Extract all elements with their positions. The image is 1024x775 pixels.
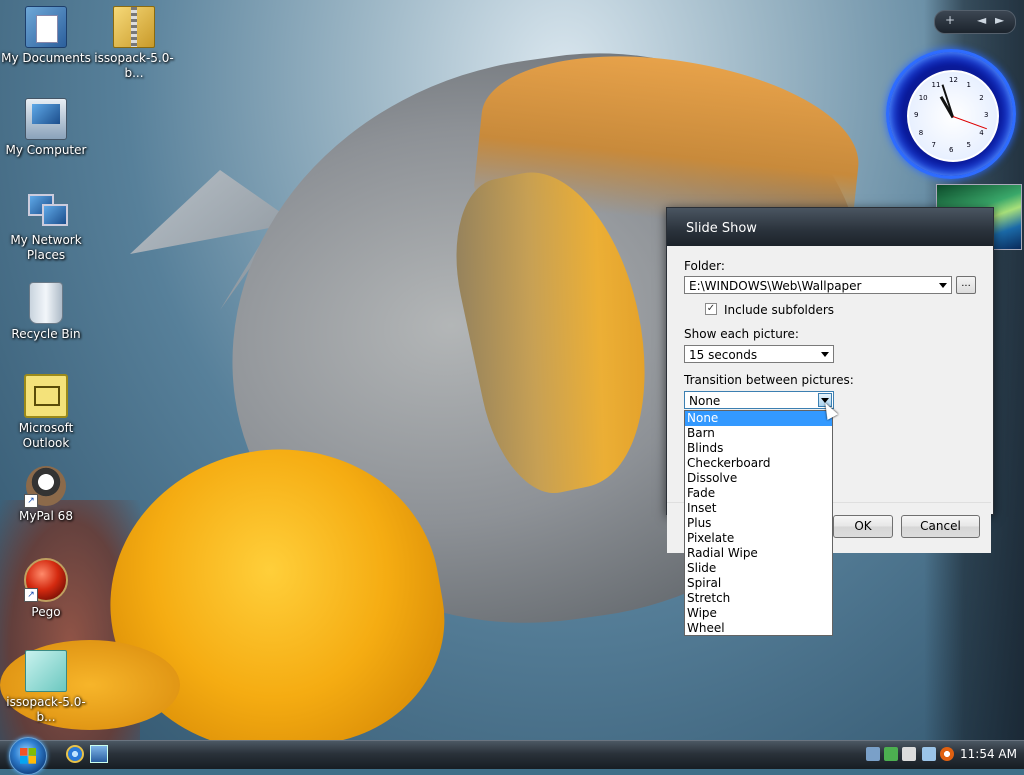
clock-number: 4 — [979, 128, 984, 137]
transition-option[interactable]: Stretch — [685, 591, 832, 606]
desktop-icon-label: My Network Places — [10, 233, 82, 262]
clock-number: 10 — [918, 93, 928, 102]
transition-label: Transition between pictures: — [684, 373, 854, 387]
clock-gadget[interactable]: 12 1 2 3 4 5 6 7 8 9 10 11 — [886, 49, 1016, 179]
start-button[interactable] — [9, 737, 47, 775]
transition-option[interactable]: Plus — [685, 516, 832, 531]
transition-option[interactable]: Checkerboard — [685, 456, 832, 471]
desktop-icon-label: Pego — [31, 605, 61, 619]
transition-dropdown-list: None Barn Blinds Checkerboard Dissolve Fade In… — [684, 410, 833, 636]
transition-option[interactable]: Pixelate — [685, 531, 832, 546]
clock-number: 2 — [979, 93, 984, 102]
internet-explorer-icon[interactable] — [66, 745, 84, 763]
desktop-icon-issopack-file[interactable]: issopack-5.0-b... — [0, 650, 92, 725]
clock-number: 1 — [966, 80, 971, 89]
transition-option[interactable]: Dissolve — [685, 471, 832, 486]
taskbar: 11:54 AM — [0, 737, 1024, 775]
clock-number: 6 — [949, 146, 954, 154]
desktop-icon-microsoft-outlook[interactable]: Microsoft Outlook — [0, 374, 92, 451]
clock-number: 5 — [966, 141, 971, 150]
taskbar-clock[interactable]: 11:54 AM — [960, 747, 1017, 761]
transition-option[interactable]: Spiral — [685, 576, 832, 591]
desktop-icon-issopack-zip[interactable]: issopack-5.0-b... — [88, 6, 180, 81]
safely-remove-hardware-icon[interactable] — [902, 747, 916, 761]
dialog-title: Slide Show — [667, 208, 993, 246]
windows-logo-icon — [20, 748, 36, 764]
recycle-bin-icon — [29, 282, 63, 324]
clock-number: 11 — [931, 80, 941, 89]
clock-number: 8 — [918, 128, 924, 137]
browse-folder-button[interactable]: ... — [956, 276, 976, 294]
clock-second-hand — [952, 116, 987, 130]
show-each-picture-label: Show each picture: — [684, 327, 799, 341]
shortcut-arrow-icon: ↗ — [24, 494, 38, 508]
transition-option[interactable]: Slide — [685, 561, 832, 576]
desktop-icon-label: My Computer — [5, 143, 87, 157]
desktop-icon-recycle-bin[interactable]: Recycle Bin — [0, 282, 92, 342]
transition-option[interactable]: Inset — [685, 501, 832, 516]
cancel-button[interactable]: Cancel — [901, 515, 980, 538]
desktop-icon-pego[interactable]: ↗ Pego — [0, 558, 92, 620]
security-tray-icon[interactable] — [884, 747, 898, 761]
chevron-down-icon — [939, 283, 947, 288]
transition-option[interactable]: Blinds — [685, 441, 832, 456]
transition-option[interactable]: Wipe — [685, 606, 832, 621]
display-tray-icon[interactable] — [922, 747, 936, 761]
chevron-down-icon — [821, 352, 829, 357]
sidebar-add-gadget-button[interactable]: + — [945, 13, 955, 27]
transition-select[interactable]: None — [684, 391, 834, 409]
ok-button[interactable]: OK — [833, 515, 893, 538]
desktop-icon-label: issopack-5.0-b... — [94, 51, 174, 80]
desktop-icon-my-network-places[interactable]: My Network Places — [0, 190, 92, 263]
clock-number: 3 — [984, 111, 989, 119]
folder-value: E:\WINDOWS\Web\Wallpaper — [689, 279, 862, 293]
sidebar-prev-button[interactable]: ◄ — [977, 13, 986, 27]
include-subfolders-label: Include subfolders — [724, 303, 835, 317]
clock-number: 9 — [914, 111, 919, 119]
clock-number: 12 — [949, 76, 958, 84]
folder-label: Folder: — [684, 259, 725, 273]
system-tray: 11:54 AM — [862, 744, 1022, 766]
desktop-icon-mypal[interactable]: ↗ MyPal 68 — [0, 466, 92, 524]
clock-number: 7 — [931, 141, 936, 150]
network-icon — [26, 190, 68, 230]
zip-folder-icon — [113, 6, 155, 48]
clock-face: 12 1 2 3 4 5 6 7 8 9 10 11 — [907, 70, 999, 162]
my-documents-icon — [25, 6, 67, 48]
pego-icon: ↗ — [24, 558, 68, 602]
transition-option[interactable]: Wheel — [685, 621, 832, 636]
transition-option[interactable]: Radial Wipe — [685, 546, 832, 561]
desktop-icon-label: My Documents — [1, 51, 91, 65]
show-each-picture-select[interactable]: 15 seconds — [684, 345, 834, 363]
shortcut-arrow-icon: ↗ — [24, 588, 38, 602]
desktop-icon-label: Recycle Bin — [11, 327, 81, 341]
show-each-picture-value: 15 seconds — [689, 348, 758, 362]
desktop-icon-label: Microsoft Outlook — [18, 421, 74, 450]
sidebar-next-button[interactable]: ► — [995, 13, 1004, 27]
transition-option[interactable]: Fade — [685, 486, 832, 501]
sidebar-controls: + ◄ ► — [934, 10, 1016, 34]
desktop-icon-label: issopack-5.0-b... — [6, 695, 86, 724]
transition-value: None — [689, 394, 721, 408]
transition-option[interactable]: Barn — [685, 426, 832, 441]
folder-select[interactable]: E:\WINDOWS\Web\Wallpaper — [684, 276, 952, 294]
desktop-icon-label: MyPal 68 — [19, 509, 73, 523]
desktop-icon-my-documents[interactable]: My Documents — [0, 6, 92, 66]
outlook-icon — [24, 374, 68, 418]
transition-option[interactable]: None — [685, 411, 832, 426]
computer-icon — [25, 98, 67, 140]
search-tray-icon[interactable] — [940, 747, 954, 761]
file-icon — [25, 650, 67, 692]
show-desktop-icon[interactable] — [90, 745, 108, 763]
network-tray-icon[interactable] — [866, 747, 880, 761]
desktop-icon-my-computer[interactable]: My Computer — [0, 98, 92, 158]
include-subfolders-checkbox[interactable]: ✓ — [705, 303, 717, 315]
raccoon-icon: ↗ — [24, 466, 66, 508]
